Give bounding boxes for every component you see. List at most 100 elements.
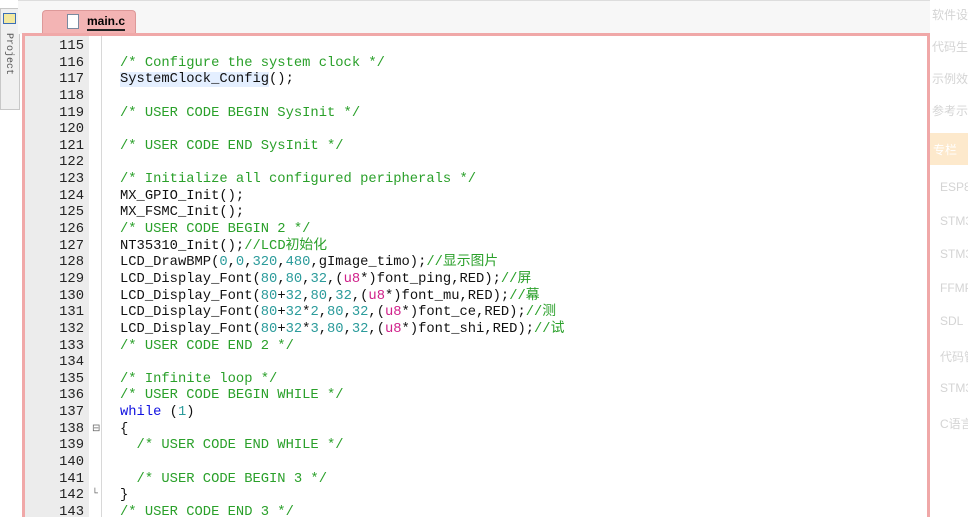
line-number: 126 <box>59 222 84 238</box>
file-icon <box>67 14 79 29</box>
comment: /* USER CODE END SysInit */ <box>120 138 344 154</box>
number-literal: 32 <box>351 321 369 337</box>
line-number: 116 <box>59 55 84 71</box>
fold-collapse-icon[interactable]: ⊟ <box>92 423 100 435</box>
background-link: 软件设置 <box>932 8 968 22</box>
line-number: 134 <box>59 355 84 371</box>
line-number: 142 <box>59 488 84 504</box>
line-number: 130 <box>59 288 84 304</box>
code-token: LCD_DrawBMP( <box>120 255 220 271</box>
project-label: Project <box>3 33 14 76</box>
number-literal: 80 <box>260 288 278 304</box>
line-number: 115 <box>59 39 84 54</box>
line-number: 124 <box>59 188 84 204</box>
code-line[interactable]: /* USER CODE END SysInit */ <box>120 138 344 155</box>
background-list-item: 代码管理 <box>940 349 968 364</box>
code-line[interactable]: /* USER CODE END 2 */ <box>120 338 294 355</box>
fold-end-icon: └ <box>92 489 99 501</box>
line-number: 131 <box>59 305 84 321</box>
comment: //显示图片 <box>426 255 499 271</box>
code-line[interactable]: /* Infinite loop */ <box>120 371 277 388</box>
line-number: 140 <box>59 455 84 470</box>
code-token: *)font_ping,RED); <box>360 271 501 287</box>
code-token: ) <box>186 405 195 421</box>
fold-margin <box>89 36 102 517</box>
code-line[interactable]: SystemClock_Config(); <box>120 71 294 88</box>
number-literal: 80 <box>327 321 344 337</box>
code-token: LCD_Display_Font( <box>120 305 261 321</box>
project-panel-tab[interactable]: Project <box>0 8 20 110</box>
code-token: LCD_Display_Font( <box>120 271 261 287</box>
number-literal: 80 <box>310 288 328 304</box>
highlighted-identifier: SystemClock_Config <box>120 72 270 88</box>
comment: //LCD初始化 <box>244 238 327 254</box>
code-token: , <box>343 321 352 337</box>
code-line[interactable]: /* USER CODE BEGIN SysInit */ <box>120 105 360 122</box>
section-label: 专栏 <box>933 143 958 157</box>
line-number: 117 <box>59 72 84 88</box>
code-token: MX_FSMC_Init(); <box>120 205 245 221</box>
line-number: 127 <box>59 238 84 254</box>
code-line[interactable]: /* USER CODE END WHILE */ <box>120 437 344 454</box>
background-link: 参考示例 <box>932 104 968 118</box>
code-line[interactable]: NT35310_Init();//LCD初始化 <box>120 238 327 255</box>
code-line[interactable]: while (1) <box>120 404 195 421</box>
code-line[interactable]: LCD_Display_Font(80+32*3,80,32,(u8*)font… <box>120 321 564 338</box>
background-list-item: SDL <box>940 314 964 328</box>
code-line[interactable]: /* USER CODE BEGIN 3 */ <box>120 471 327 488</box>
line-number: 135 <box>59 371 84 387</box>
code-line[interactable]: MX_FSMC_Init(); <box>120 204 244 221</box>
number-literal: 32 <box>351 305 369 321</box>
code-line[interactable]: /* Initialize all configured peripherals… <box>120 171 476 188</box>
comment: /* Configure the system clock */ <box>120 55 385 71</box>
background-list-item: C语言 <box>940 416 968 431</box>
background-list-item: STM32 <box>940 381 968 395</box>
number-literal: 32 <box>310 271 328 287</box>
tab-label: main.c <box>87 14 126 31</box>
code-token: ,gImage_timo); <box>310 255 427 271</box>
line-number: 138 <box>59 421 84 437</box>
number-literal: 1 <box>177 405 187 421</box>
line-number: 128 <box>59 255 84 271</box>
background-webpage: 专栏 软件设置代码生成示例效果参考示例 ESP8266 STM32 STM32 FFMP… <box>930 0 968 517</box>
code-token: NT35310_Init(); <box>120 238 245 254</box>
number-literal: 32 <box>285 305 303 321</box>
code-line[interactable]: /* USER CODE BEGIN 2 */ <box>120 221 310 238</box>
number-literal: 80 <box>260 305 278 321</box>
section-header: 专栏 <box>930 133 968 165</box>
code-line[interactable]: { <box>120 421 128 438</box>
line-number: 137 <box>59 405 84 421</box>
code-token: ,( <box>351 288 369 304</box>
comment: /* Infinite loop */ <box>120 371 278 387</box>
code-token: { <box>120 421 129 437</box>
code-token: + <box>277 288 286 304</box>
number-literal: 32 <box>285 288 303 304</box>
code-line[interactable]: /* USER CODE END 3 */ <box>120 504 294 521</box>
line-number: 118 <box>59 88 84 104</box>
code-token: ,( <box>368 321 385 337</box>
code-editor[interactable]: 115 116/* Configure the system clock */11… <box>22 33 930 520</box>
line-number: 123 <box>59 172 84 188</box>
code-token: + <box>277 321 286 337</box>
number-literal: 80 <box>260 271 278 287</box>
code-token: ,( <box>368 305 385 321</box>
code-line[interactable]: LCD_Display_Font(80,80,32,(u8*)font_ping… <box>120 271 531 288</box>
number-literal: 3 <box>310 321 319 337</box>
comment: //测 <box>525 305 557 321</box>
code-token: (); <box>269 72 294 88</box>
comment: /* USER CODE BEGIN 2 */ <box>120 222 311 238</box>
line-number: 139 <box>59 438 84 454</box>
code-line[interactable]: /* Configure the system clock */ <box>120 55 385 72</box>
code-line[interactable]: LCD_Display_Font(80+32*2,80,32,(u8*)font… <box>120 304 556 321</box>
code-token: + <box>277 305 286 321</box>
number-literal: 0 <box>219 255 228 271</box>
comment: /* USER CODE END 3 */ <box>120 504 294 520</box>
code-line[interactable]: MX_GPIO_Init(); <box>120 188 244 205</box>
code-line[interactable]: /* USER CODE BEGIN WHILE */ <box>120 387 344 404</box>
code-line[interactable]: LCD_DrawBMP(0,0,320,480,gImage_timo);//显… <box>120 254 498 271</box>
code-line[interactable]: } <box>120 487 128 504</box>
code-line[interactable]: LCD_Display_Font(80+32,80,32,(u8*)font_m… <box>120 288 540 305</box>
tab-main-c[interactable]: main.c <box>42 10 136 35</box>
number-literal: 0 <box>235 255 245 271</box>
line-number: 122 <box>59 155 84 171</box>
